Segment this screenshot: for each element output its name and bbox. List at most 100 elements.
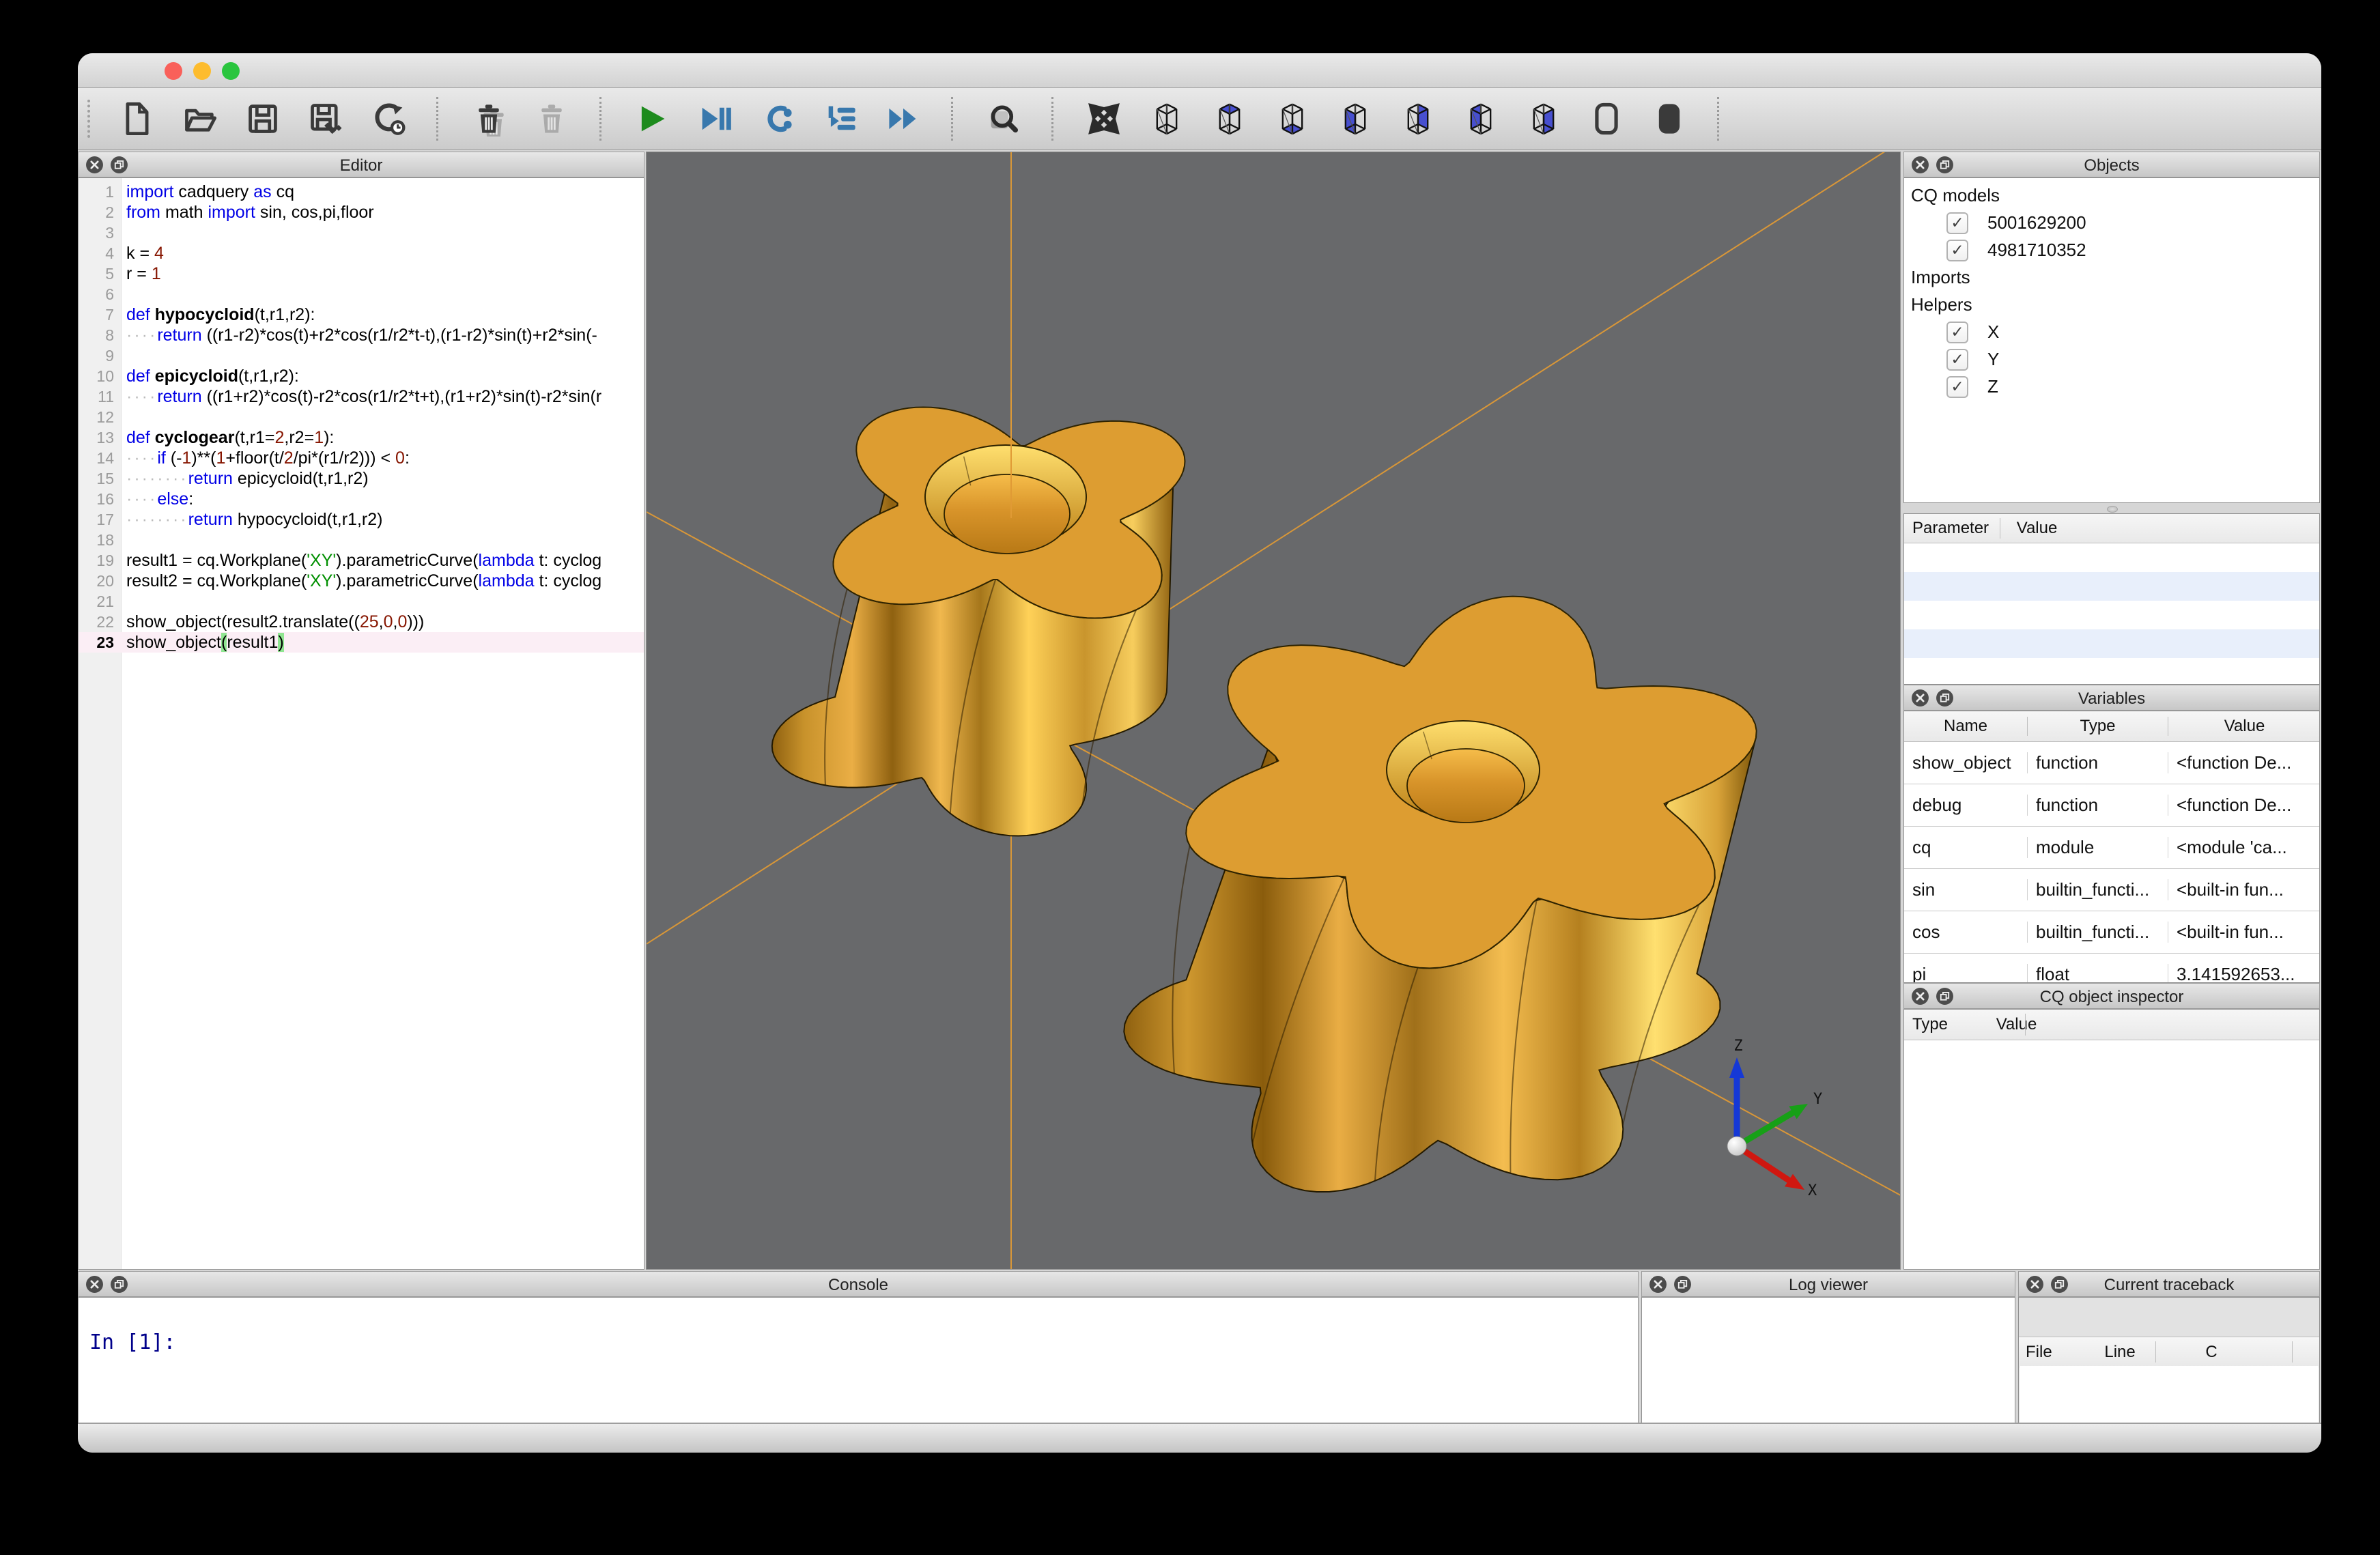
panel-splitter[interactable]	[1903, 503, 2320, 513]
visibility-checkbox[interactable]: ✓	[1946, 212, 1968, 234]
code-line-2[interactable]: 2from math import sin, cos,pi,floor	[79, 202, 644, 223]
code-editor[interactable]: 1import cadquery as cq2from math import …	[78, 177, 644, 1270]
variable-row-show_object[interactable]: show_objectfunction<function De...	[1904, 742, 2319, 784]
toolbar-fit-button[interactable]	[1085, 100, 1123, 138]
code-line-10[interactable]: 10def epicycloid(t,r1,r2):	[79, 366, 644, 386]
code-line-6[interactable]: 6	[79, 284, 644, 304]
toolbar-save-button[interactable]	[244, 100, 282, 138]
tree-item-label: X	[1987, 322, 1999, 343]
3d-scene: Z Y X	[647, 152, 1901, 1270]
code-line-14[interactable]: 14····if (-1)**(1+floor(t/2/pi*(r1/r2)))…	[79, 448, 644, 468]
parameters-header[interactable]: Parameter Value	[1904, 514, 2319, 543]
code-line-15[interactable]: 15········return epicycloid(t,r1,r2)	[79, 468, 644, 489]
log-viewer-content[interactable]	[1641, 1297, 2015, 1424]
code-line-19[interactable]: 19result1 = cq.Workplane('XY').parametri…	[79, 550, 644, 571]
toolbar-drag-handle[interactable]	[87, 100, 94, 138]
toolbar-continue-button[interactable]	[884, 100, 922, 138]
variable-row-sin[interactable]: sinbuiltin_functi...<built-in fun...	[1904, 869, 2319, 911]
toolbar-step-in-button[interactable]	[821, 100, 860, 138]
variable-row-cq[interactable]: cqmodule<module 'ca...	[1904, 827, 2319, 869]
code-lines[interactable]: 1import cadquery as cq2from math import …	[79, 182, 644, 653]
toolbar-open-button[interactable]	[181, 100, 219, 138]
console-output[interactable]: In [1]:	[78, 1297, 1639, 1424]
code-line-9[interactable]: 9	[79, 345, 644, 366]
code-line-23[interactable]: 23show_object(result1)	[79, 632, 644, 653]
magnifier-icon	[986, 101, 1021, 137]
toolbar-wireframe-button[interactable]	[1587, 100, 1626, 138]
variable-name: pi	[1904, 964, 2027, 983]
visibility-checkbox[interactable]: ✓	[1946, 322, 1968, 343]
visibility-checkbox[interactable]: ✓	[1946, 376, 1968, 398]
fit-arrows-icon	[1086, 101, 1122, 137]
variable-row-pi[interactable]: pifloat3.141592653...	[1904, 954, 2319, 983]
toolbar-view-front-button[interactable]	[1336, 100, 1374, 138]
toolbar-zoom-button[interactable]	[984, 100, 1023, 138]
variable-type: builtin_functi...	[2027, 879, 2168, 900]
visibility-checkbox[interactable]: ✓	[1946, 240, 1968, 261]
tree-section-label: CQ models	[1911, 185, 2000, 206]
variables-header[interactable]: Name Type Value	[1904, 711, 2319, 742]
code-line-13[interactable]: 13def cyclogear(t,r1=2,r2=1):	[79, 427, 644, 448]
objects-tree: CQ models✓5001629200✓4981710352ImportsHe…	[1903, 177, 2320, 503]
variable-value: 3.141592653...	[2168, 964, 2320, 983]
close-window-button[interactable]	[165, 62, 182, 80]
open-folder-icon	[182, 101, 218, 137]
reload-clock-icon	[371, 101, 406, 137]
toolbar-separator	[599, 97, 601, 141]
toolbar-shaded-button[interactable]	[1650, 100, 1688, 138]
code-line-4[interactable]: 4k = 4	[79, 243, 644, 263]
toolbar-delete-all-button[interactable]	[533, 100, 571, 138]
tree-item-label: 4981710352	[1987, 240, 2086, 261]
visibility-checkbox[interactable]: ✓	[1946, 349, 1968, 371]
minimize-window-button[interactable]	[193, 62, 211, 80]
traceback-header[interactable]: File Line C	[2019, 1337, 2319, 1367]
toolbar-view-right-button[interactable]	[1525, 100, 1563, 138]
tree-item-z[interactable]: ✓Z	[1904, 373, 2319, 401]
toolbar-reload-button[interactable]	[369, 100, 408, 138]
window-titlebar[interactable]	[78, 53, 2321, 88]
toolbar-save-as-button[interactable]	[307, 100, 345, 138]
toolbar-new-button[interactable]	[118, 100, 156, 138]
toolbar-run-button[interactable]	[633, 100, 671, 138]
toolbar-delete-current-button[interactable]	[470, 100, 508, 138]
code-line-1[interactable]: 1import cadquery as cq	[79, 182, 644, 202]
3d-viewport[interactable]: Z Y X	[646, 152, 1901, 1270]
variable-row-debug[interactable]: debugfunction<function De...	[1904, 784, 2319, 827]
variable-name: cq	[1904, 837, 2027, 858]
code-line-12[interactable]: 12	[79, 407, 644, 427]
code-line-20[interactable]: 20result2 = cq.Workplane('XY').parametri…	[79, 571, 644, 591]
toolbar-view-iso-button[interactable]	[1148, 100, 1186, 138]
editor-panel-titlebar: Editor	[78, 152, 644, 177]
line-number: 12	[79, 407, 114, 427]
code-line-16[interactable]: 16····else:	[79, 489, 644, 509]
line-number: 18	[79, 530, 114, 550]
code-line-21[interactable]: 21	[79, 591, 644, 612]
code-line-11[interactable]: 11····return ((r1+r2)*cos(t)-r2*cos(r1/r…	[79, 386, 644, 407]
tree-item-x[interactable]: ✓X	[1904, 319, 2319, 346]
code-line-5[interactable]: 5r = 1	[79, 263, 644, 284]
tree-section-helpers[interactable]: Helpers	[1904, 291, 2319, 319]
variable-row-cos[interactable]: cosbuiltin_functi...<built-in fun...	[1904, 911, 2319, 954]
toolbar-view-left-button[interactable]	[1462, 100, 1500, 138]
code-line-3[interactable]: 3	[79, 223, 644, 243]
tree-section-imports[interactable]: Imports	[1904, 264, 2319, 291]
code-line-17[interactable]: 17········return hypocycloid(t,r1,r2)	[79, 509, 644, 530]
tree-section-cq-models[interactable]: CQ models	[1904, 182, 2319, 210]
toolbar-view-back-button[interactable]	[1399, 100, 1437, 138]
log-panel-titlebar: Log viewer	[1641, 1271, 2015, 1297]
tree-item-label: Z	[1987, 376, 1998, 397]
code-line-22[interactable]: 22show_object(result2.translate((25,0,0)…	[79, 612, 644, 632]
variables-header-name: Name	[1904, 717, 2027, 736]
toolbar-debug-button[interactable]	[696, 100, 734, 138]
toolbar-view-bottom-button[interactable]	[1273, 100, 1312, 138]
code-line-18[interactable]: 18	[79, 530, 644, 550]
tree-item-5001629200[interactable]: ✓5001629200	[1904, 210, 2319, 237]
inspector-header[interactable]: Type Value	[1904, 1010, 2319, 1040]
tree-item-y[interactable]: ✓Y	[1904, 346, 2319, 373]
code-line-7[interactable]: 7def hypocycloid(t,r1,r2):	[79, 304, 644, 325]
toolbar-view-top-button[interactable]	[1210, 100, 1249, 138]
maximize-window-button[interactable]	[222, 62, 240, 80]
toolbar-step-button[interactable]	[759, 100, 797, 138]
tree-item-4981710352[interactable]: ✓ 4981710352	[1904, 237, 2319, 264]
code-line-8[interactable]: 8····return ((r1-r2)*cos(t)+r2*cos(r1/r2…	[79, 325, 644, 345]
